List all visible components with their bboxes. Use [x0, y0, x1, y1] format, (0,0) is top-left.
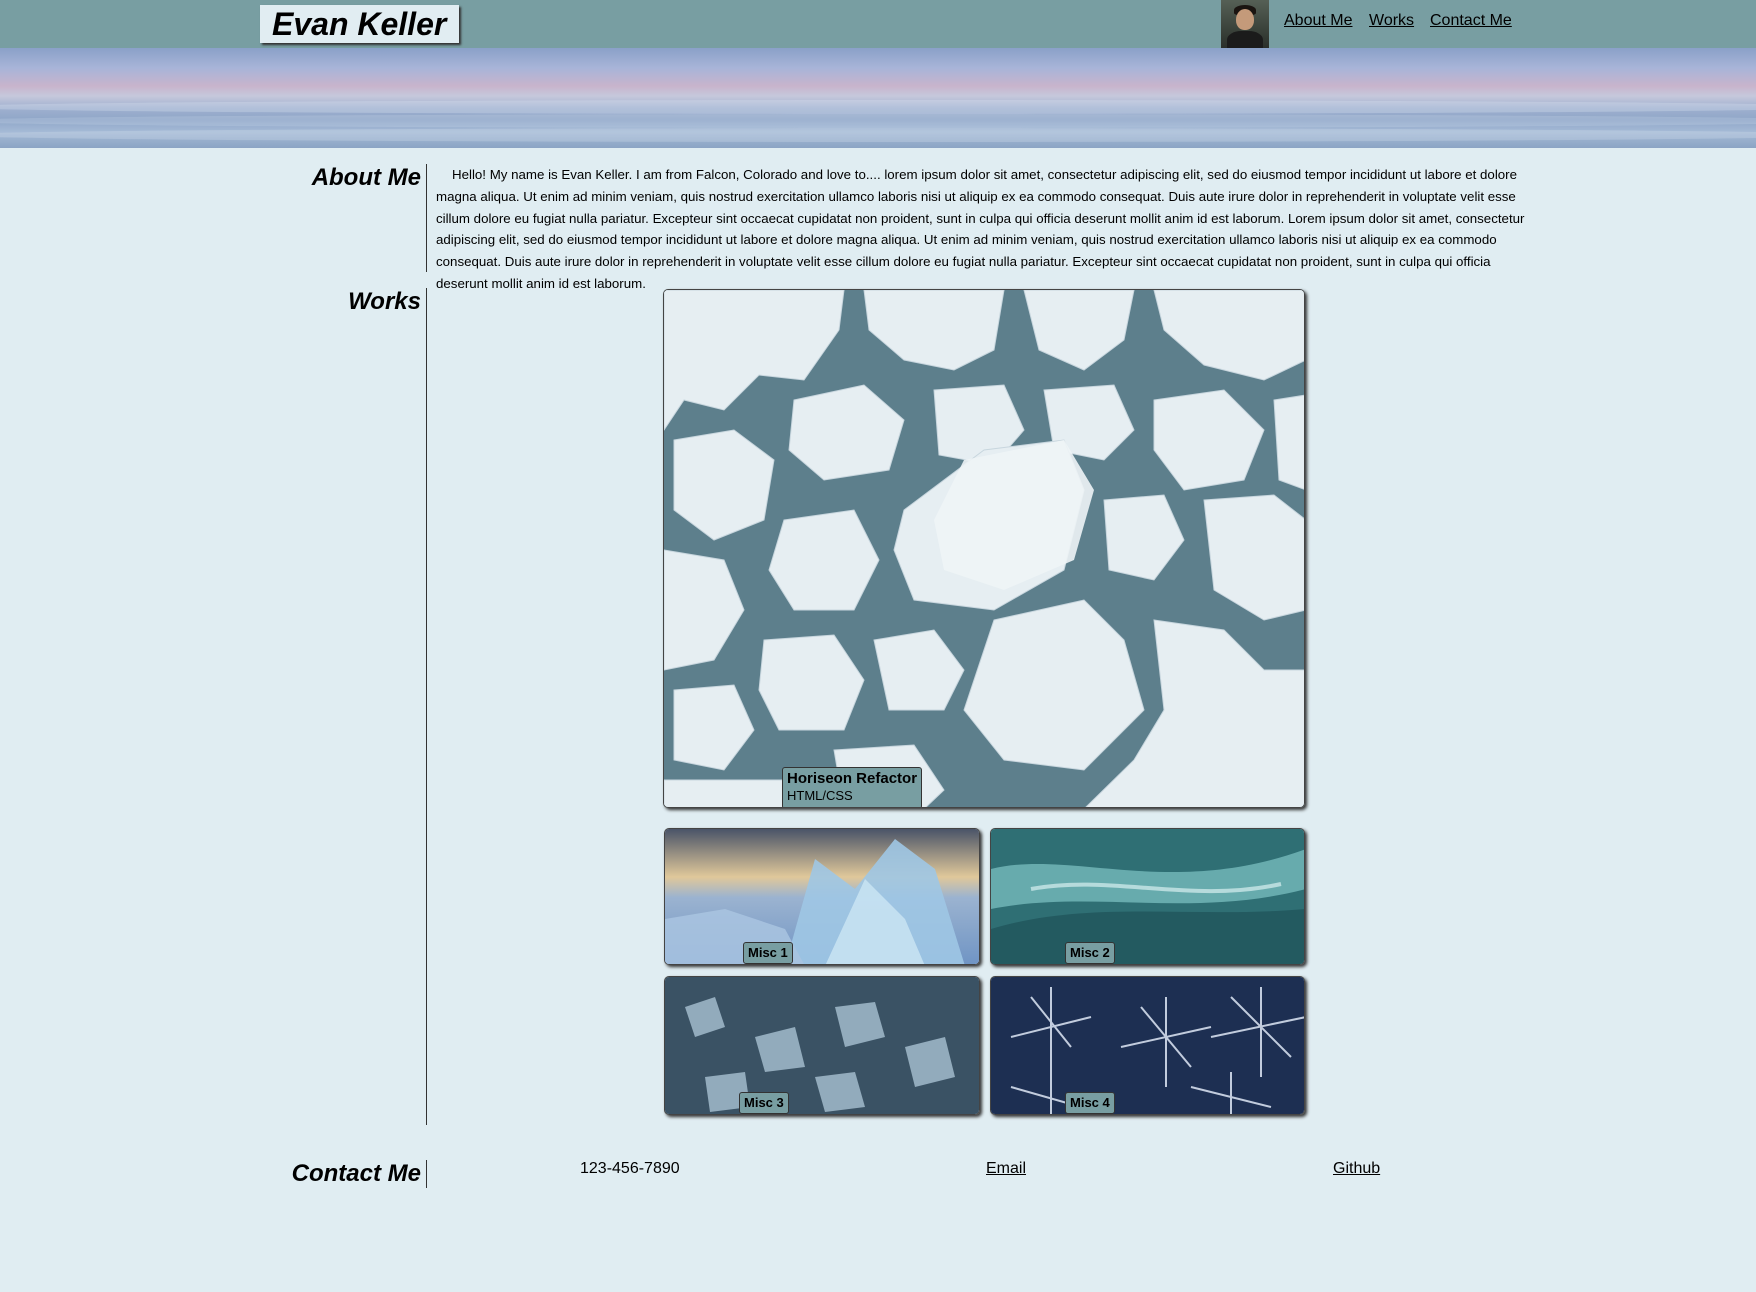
contact-phone: 123-456-7890	[580, 1160, 680, 1177]
ice-shards-image	[665, 829, 979, 964]
featured-work-name: Horiseon Refactor	[787, 770, 918, 787]
about-title: About Me	[311, 164, 421, 191]
misc-work-label-4: Misc 4	[1065, 1092, 1115, 1114]
misc-work-label-3: Misc 3	[739, 1092, 789, 1114]
featured-work-card[interactable]: Horiseon Refactor HTML/CSS	[663, 289, 1305, 808]
about-divider	[426, 164, 427, 272]
nav-contact-me[interactable]: Contact Me	[1430, 12, 1512, 30]
site-header: Evan Keller About Me Works Contact Me	[0, 0, 1756, 48]
featured-work-tech: HTML/CSS	[787, 788, 853, 803]
ice-crystals-image	[665, 977, 979, 1114]
ice-cave-image	[991, 829, 1304, 964]
contact-github-link[interactable]: Github	[1333, 1160, 1380, 1178]
nav-about-me[interactable]: About Me	[1284, 12, 1352, 30]
misc-work-card-4[interactable]: Misc 4	[990, 976, 1305, 1115]
ice-floes-image	[664, 290, 1304, 807]
contact-divider	[426, 1160, 427, 1188]
hero-banner	[0, 48, 1756, 148]
site-logo[interactable]: Evan Keller	[260, 5, 459, 43]
avatar	[1221, 0, 1269, 48]
nav-works[interactable]: Works	[1369, 12, 1414, 30]
misc-work-label-2: Misc 2	[1065, 942, 1115, 964]
featured-work-label: Horiseon Refactor HTML/CSS	[782, 767, 922, 807]
works-divider	[426, 288, 427, 1125]
about-text: Hello! My name is Evan Keller. I am from…	[436, 167, 1525, 291]
misc-work-card-1[interactable]: Misc 1	[664, 828, 980, 965]
misc-work-label-1: Misc 1	[743, 942, 793, 964]
misc-work-card-2[interactable]: Misc 2	[990, 828, 1305, 965]
contact-email-link[interactable]: Email	[986, 1160, 1026, 1178]
frost-pattern-image	[991, 977, 1304, 1114]
works-title: Works	[348, 288, 421, 315]
misc-work-card-3[interactable]: Misc 3	[664, 976, 980, 1115]
contact-title: Contact Me	[291, 1160, 421, 1187]
